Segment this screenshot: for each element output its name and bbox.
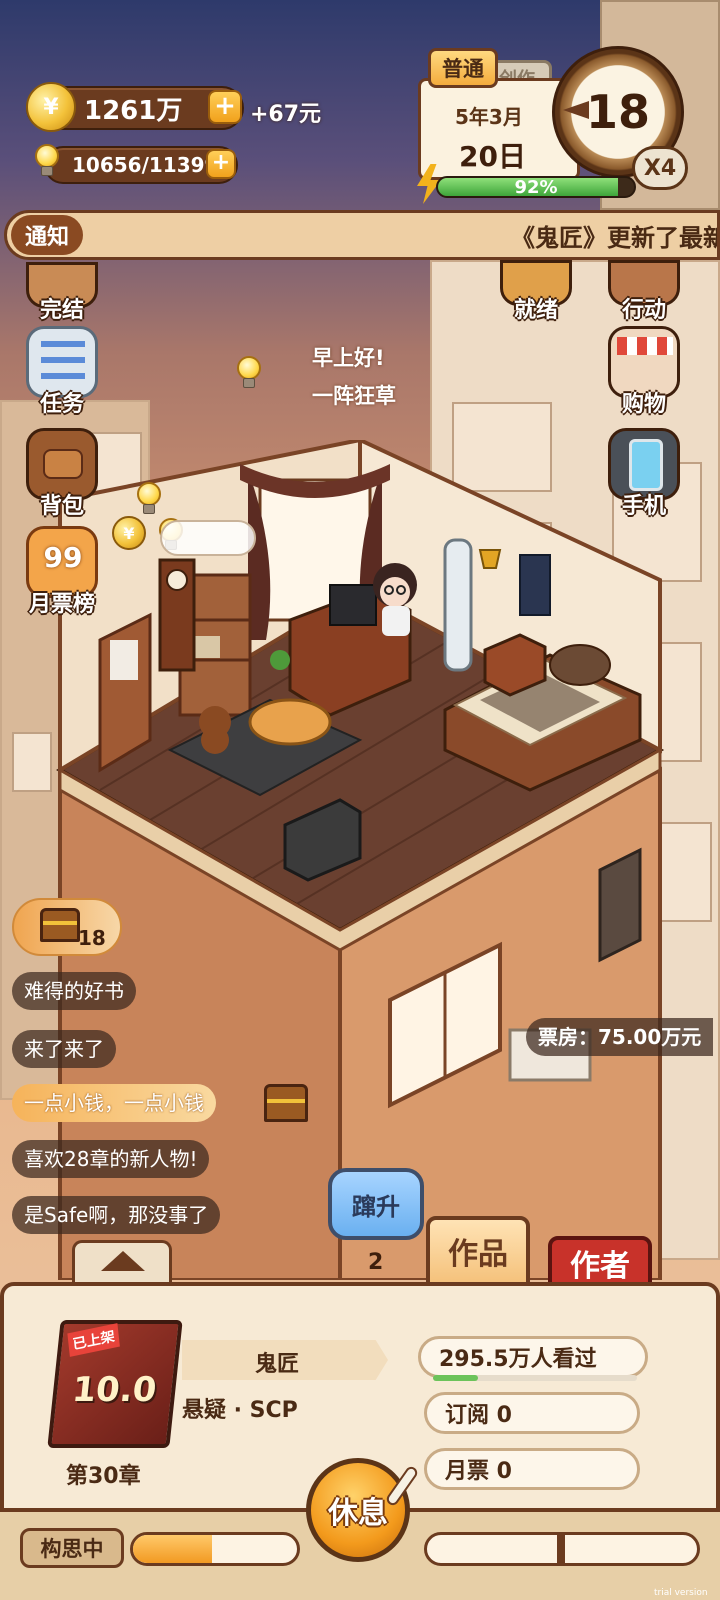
comment-bubble: 是Safe啊，那没事了 [12, 1196, 221, 1234]
watermark: trial version [654, 1588, 708, 1598]
chevron-up-icon [101, 1251, 145, 1271]
add-idea-button[interactable]: + [206, 149, 236, 179]
comment-bubble: 喜欢28章的新人物! [12, 1140, 210, 1178]
coin-icon: ¥ [26, 82, 76, 132]
calendar-month: 5年3月 [455, 105, 523, 129]
book-title: 鬼匠 [254, 1352, 299, 1377]
subscribe-stat: 订阅 0 [424, 1392, 640, 1434]
treasure-counter[interactable]: 18 [12, 898, 122, 956]
monthly-badge: 99 [43, 541, 83, 574]
speech-line-2: 一阵狂草 [312, 384, 396, 408]
book-genre: 悬疑 · SCP [182, 1398, 298, 1423]
rise-count: 2 [368, 1250, 384, 1275]
comment-bubble: 来了来了 [12, 1030, 116, 1068]
views-progress-fill [433, 1375, 478, 1381]
book-chapter: 第30章 [66, 1464, 141, 1489]
status-label: 构思中 [20, 1528, 124, 1568]
menu-phone-button[interactable]: 手机 [602, 428, 686, 520]
book-score: 10.0 [70, 1370, 159, 1410]
right-progress-bar [424, 1532, 700, 1566]
box-office-label: 票房：75.00万元 [526, 1018, 714, 1056]
speech-line-1: 早上好! [312, 346, 385, 370]
comment-bubble-rewarded[interactable]: 一点小钱，一点小钱 [12, 1084, 216, 1122]
floating-lightbulb-icon[interactable] [234, 356, 264, 390]
shelf-tag: 已上架 [67, 1323, 120, 1357]
treasure-chest-icon [40, 908, 80, 942]
menu-task-button[interactable]: 任务 [20, 326, 104, 418]
treasure-count: 18 [78, 926, 106, 950]
views-progress-track [433, 1375, 637, 1381]
energy-bar: 92% [436, 176, 636, 198]
speed-button[interactable]: X4 [632, 146, 688, 190]
add-coin-button[interactable]: + [208, 90, 242, 124]
tab-works[interactable]: 作品 [426, 1216, 530, 1286]
plan-progress-bar [130, 1532, 300, 1566]
idea-amount: 10656/11399 [72, 153, 219, 177]
monthly-ticket-stat: 月票 0 [424, 1448, 640, 1490]
menu-action-button[interactable]: 行动 [602, 232, 686, 324]
calendar-day: 20日 [459, 140, 526, 173]
menu-monthly-rank-button[interactable]: 99 月票榜 [20, 526, 104, 618]
progress-divider-icon [557, 1535, 565, 1563]
empty-speech-bubble [160, 520, 256, 556]
mode-tag-normal[interactable]: 普通 [428, 48, 498, 88]
views-stat: 295.5万人看过 [418, 1336, 648, 1381]
menu-ready-button[interactable]: 就绪 [494, 232, 578, 324]
plan-progress-fill [133, 1535, 212, 1563]
coin-amount: 1261万 [84, 95, 183, 126]
floating-coin-icon[interactable]: ¥ [112, 516, 146, 550]
rise-button[interactable]: 蹿升 [328, 1168, 424, 1240]
book-cover[interactable]: 已上架 10.0 [47, 1320, 183, 1448]
comment-bubble: 难得的好书 [12, 972, 136, 1010]
comment-treasure-chest-icon[interactable] [264, 1084, 308, 1122]
collapse-panel-button[interactable] [72, 1240, 172, 1284]
menu-shop-button[interactable]: 购物 [602, 326, 686, 418]
floating-lightbulb-icon[interactable] [134, 482, 164, 516]
menu-finish-button[interactable]: 完结 [20, 232, 104, 324]
rest-button[interactable]: 休息 [306, 1458, 410, 1562]
coin-bonus: +67元 [250, 102, 322, 127]
energy-label: 92% [514, 177, 558, 198]
menu-backpack-button[interactable]: 背包 [20, 428, 104, 520]
lightbulb-icon [32, 144, 62, 178]
